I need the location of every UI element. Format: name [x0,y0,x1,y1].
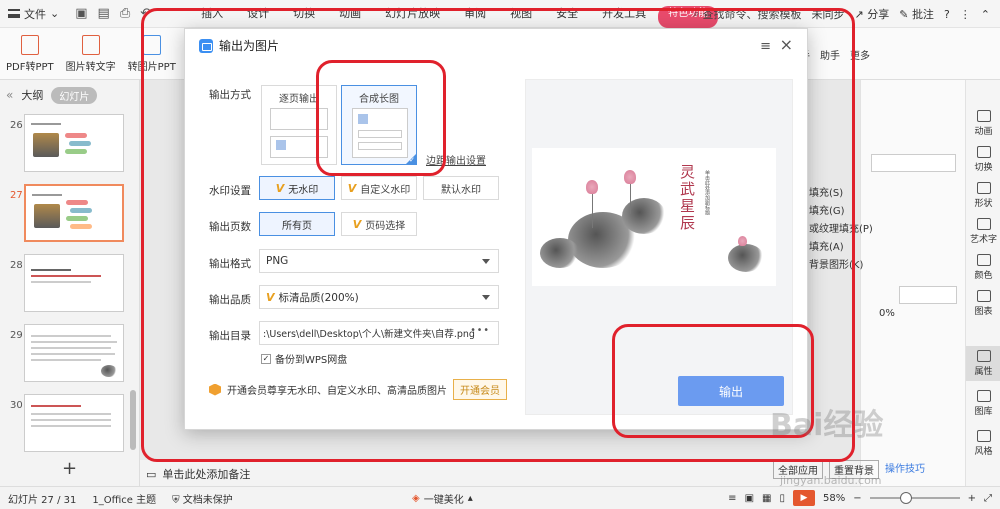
play-icon[interactable]: ▶ [792,490,815,506]
sidebar-label: 图库 [974,407,993,417]
image-to-text-button[interactable]: 图片转文字 [60,28,122,79]
zoom-in-icon[interactable]: + [968,493,976,504]
slide-thumbnail[interactable] [24,114,124,172]
file-menu-label: 文件 [24,7,46,21]
sidebar-item-color[interactable]: 颜色 [966,254,1000,281]
notes-placeholder: 单击此处添加备注 [162,468,251,481]
chevron-up-icon: ▴ [467,492,473,504]
comment-label: 批注 [911,8,934,21]
help-icon[interactable]: ? [944,8,950,21]
notes-bar[interactable]: ▭ 单击此处添加备注 [140,462,860,486]
hamburger-icon [8,9,20,18]
slide-thumbnail-selected[interactable] [24,184,124,242]
right-sidebar: 动画 切换 形状 艺术字 颜色 图表 属性 图库 风格 [965,80,1000,486]
style-icon [976,430,991,442]
slide-thumbnail[interactable] [24,324,124,382]
chevron-down-icon: ⌄ [50,7,60,20]
sidebar-item-gallery[interactable]: 图库 [966,390,1000,417]
slide-counter: 幻灯片 27 / 31 [8,494,77,506]
slide-panel: « 大纲 幻灯片 26 27 28 29 30 + [0,80,140,486]
theme-name[interactable]: 1_Office 主题 [92,491,156,506]
share-button[interactable]: ↗ 分享 [855,6,890,22]
sidebar-item-shape[interactable]: 形状 [966,182,1000,209]
zoom-slider[interactable] [869,492,960,504]
pdf-to-ppt-button[interactable]: PDF转PPT [0,28,60,79]
baidu-watermark-url: jingyan.baidu.com [780,474,882,487]
image-to-text-label: 图片转文字 [65,61,116,73]
sidebar-label: 图表 [974,307,993,317]
annotation-long-image-outline [316,60,446,176]
sidebar-label: 动画 [974,127,993,137]
reading-view-icon[interactable]: ▯ [779,493,785,504]
zoom-level[interactable]: 58% [823,493,845,504]
slide-thumbnail[interactable] [24,394,124,452]
comment-button[interactable]: ✎ 批注 [899,6,934,22]
notes-icon: ▭ [146,467,157,481]
image-text-icon [81,34,100,55]
properties-icon [976,350,991,362]
pdf-icon [20,34,39,55]
sidebar-label: 颜色 [974,271,993,281]
texture-select[interactable] [899,286,957,304]
sidebar-label: 属性 [974,367,993,377]
slide-number: 29 [10,330,23,341]
tab-outline[interactable]: 大纲 [21,87,43,103]
beautify-icon: ◈ [412,492,420,504]
normal-view-icon[interactable]: ▣ [745,493,754,504]
more-icon[interactable]: ⋮ [960,8,971,21]
wordart-icon [976,218,991,230]
protection-label: 文档未保护 [182,494,233,506]
sidebar-item-style[interactable]: 风格 [966,430,1000,457]
sorter-view-icon[interactable]: ▦ [762,493,771,504]
sidebar-label: 风格 [974,447,993,457]
sidebar-item-chart[interactable]: 图表 [966,290,1000,317]
baidu-watermark: Bai经验 [770,408,884,443]
save-icon[interactable]: ▣ [75,6,87,21]
sidebar-label: 艺术字 [969,235,997,245]
print-icon[interactable]: ⎙ [120,6,130,21]
animation-icon [976,110,991,122]
transparency-percent: 0% [879,308,895,319]
notes-view-icon[interactable]: ≡ [728,493,736,504]
sidebar-label: 切换 [974,163,993,173]
chart-icon [976,290,991,302]
sidebar-item-animation[interactable]: 动画 [966,110,1000,137]
fit-window-icon[interactable]: ⤢ [984,493,992,504]
slide-number: 26 [10,120,23,131]
sidebar-item-wordart[interactable]: 艺术字 [966,218,1000,245]
zoom-out-icon[interactable]: − [853,493,861,504]
share-label: 分享 [867,8,890,21]
collapse-icon[interactable]: ⌃ [981,8,990,21]
status-bar: 幻灯片 27 / 31 1_Office 主题 ⛨ 文档未保护 ◈ 一键美化 ▴… [0,486,1000,509]
pdf-to-ppt-label: PDF转PPT [6,61,54,73]
slide-number: 28 [10,260,23,271]
shape-icon [976,182,991,194]
sidebar-label: 形状 [974,199,993,209]
slide-panel-scrollbar[interactable] [130,390,136,450]
collapse-left-icon[interactable]: « [6,88,13,102]
slide-number-selected: 27 [10,190,23,201]
tab-slides[interactable]: 幻灯片 [51,86,98,104]
slide-number: 30 [10,400,23,411]
sidebar-item-transition[interactable]: 切换 [966,146,1000,173]
gallery-icon [976,390,991,402]
sidebar-item-properties[interactable]: 属性 [966,346,1000,381]
palette-icon [976,254,991,266]
slide-thumbnail[interactable] [24,254,124,312]
beautify-label: 一键美化 [423,494,464,506]
file-menu[interactable]: 文件 ⌄ [0,0,67,28]
beautify-button[interactable]: ◈ 一键美化 ▴ [412,491,473,506]
export-pdf-icon[interactable]: ▤ [98,6,110,21]
slide-panel-header: « 大纲 幻灯片 [0,80,139,110]
transition-icon [976,146,991,158]
add-slide-button[interactable]: + [62,458,77,479]
protection-status[interactable]: ⛨ 文档未保护 [172,491,233,506]
tips-link[interactable]: 操作技巧 [885,460,925,479]
fill-type-select[interactable] [871,154,956,172]
